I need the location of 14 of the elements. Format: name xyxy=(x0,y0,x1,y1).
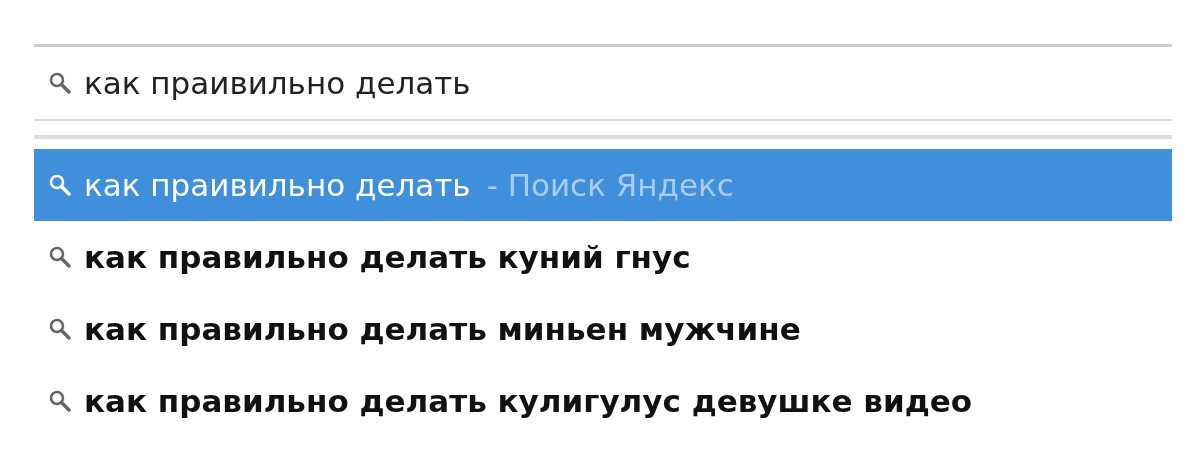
search-icon xyxy=(48,173,72,197)
search-engine-hint: - Поиск Яндекс xyxy=(486,167,734,203)
search-icon xyxy=(48,317,72,341)
suggestion-text: как праивильно делать xyxy=(84,167,471,203)
suggestion-item[interactable]: как правильно делать куний гнус xyxy=(34,221,1172,293)
search-icon xyxy=(48,71,72,95)
suggestion-item[interactable]: как правильно делать кулигулус девушке видео xyxy=(34,365,1172,437)
suggestion-item[interactable]: как правильно делать миньен мужчине xyxy=(34,293,1172,365)
search-icon xyxy=(48,245,72,269)
suggestion-text: как правильно делать куний гнус xyxy=(84,239,691,275)
search-field[interactable]: как праивильно делать xyxy=(84,65,1172,101)
search-icon xyxy=(48,389,72,413)
suggestion-text: как правильно делать миньен мужчине xyxy=(84,311,801,347)
suggestion-text: как правильно делать кулигулус девушке видео xyxy=(84,383,973,419)
